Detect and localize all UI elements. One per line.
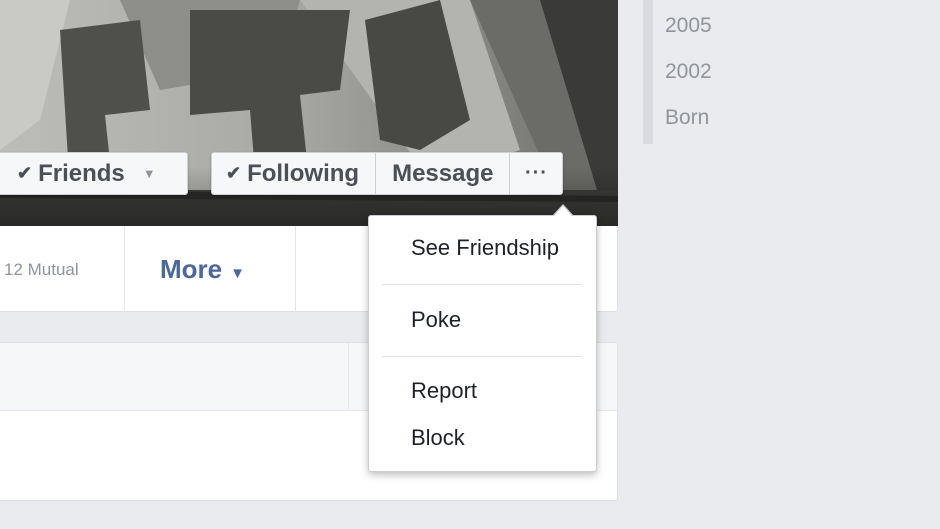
timeline-year-list: 2005 2002 Born [643,0,763,144]
menu-pointer-fill [553,206,573,217]
composer-card-divider [348,343,349,411]
menu-item-block[interactable]: Block [369,416,596,460]
profile-action-group: ✔ Following Message ··· [211,152,564,195]
menu-item-see-friendship[interactable]: See Friendship [369,226,596,270]
caret-down-icon: ▼ [230,265,245,282]
friends-button[interactable]: ✔ Friends ▼ [0,152,188,195]
check-icon: ✔ [226,163,242,183]
timeline-year-label: 2005 [665,14,712,37]
timeline-year-item[interactable]: 2005 [653,4,763,50]
following-button[interactable]: ✔ Following [212,153,377,194]
nav-more-tab[interactable]: More ▼ [160,254,245,285]
nav-more-label: More [160,254,223,284]
check-icon: ✔ [17,163,33,183]
menu-item-label: Poke [411,307,462,332]
following-label: Following [247,159,360,187]
ellipsis-icon: ··· [524,162,548,184]
menu-item-label: See Friendship [411,235,559,260]
menu-item-label: Report [411,378,478,403]
nav-divider [124,226,125,312]
more-options-menu: See Friendship Poke Report Block [368,215,597,472]
timeline-year-label: 2002 [665,60,712,83]
menu-item-report[interactable]: Report [369,369,596,413]
timeline-year-label: Born [665,106,710,129]
menu-divider [382,356,582,357]
caret-down-icon: ▼ [142,166,156,181]
nav-mutual-friends[interactable]: 12 Mutual [4,260,79,280]
menu-divider [382,284,582,285]
timeline-year-item[interactable]: 2002 [653,50,763,96]
menu-item-poke[interactable]: Poke [369,298,596,342]
more-options-button[interactable]: ··· [510,153,562,194]
nav-divider [295,226,296,312]
friends-label: Friends [38,159,125,187]
menu-item-label: Block [411,425,465,450]
timeline-year-item[interactable]: Born [653,96,763,142]
message-label: Message [392,159,494,187]
message-button[interactable]: Message [376,153,511,194]
